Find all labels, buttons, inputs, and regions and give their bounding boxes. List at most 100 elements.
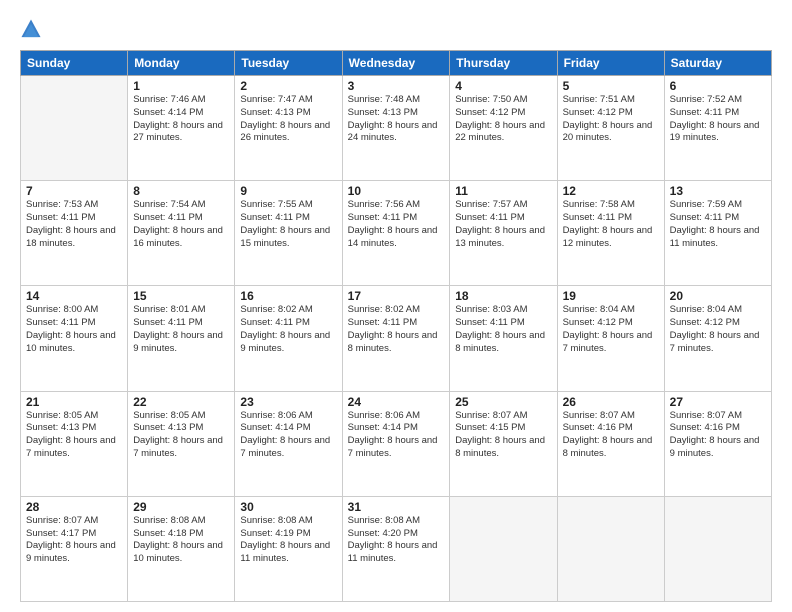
calendar-header-thursday: Thursday bbox=[450, 51, 557, 76]
day-number: 16 bbox=[240, 289, 336, 303]
calendar-cell: 20 Sunrise: 8:04 AMSunset: 4:12 PMDaylig… bbox=[664, 286, 771, 391]
calendar-header-wednesday: Wednesday bbox=[342, 51, 450, 76]
day-info: Sunrise: 7:47 AMSunset: 4:13 PMDaylight:… bbox=[240, 94, 336, 145]
day-info: Sunrise: 7:58 AMSunset: 4:11 PMDaylight:… bbox=[563, 199, 659, 250]
day-info: Sunrise: 7:50 AMSunset: 4:12 PMDaylight:… bbox=[455, 94, 551, 145]
day-info: Sunrise: 8:07 AMSunset: 4:17 PMDaylight:… bbox=[26, 515, 122, 566]
calendar-header-saturday: Saturday bbox=[664, 51, 771, 76]
day-info: Sunrise: 8:08 AMSunset: 4:19 PMDaylight:… bbox=[240, 515, 336, 566]
day-number: 2 bbox=[240, 79, 336, 93]
day-info: Sunrise: 8:07 AMSunset: 4:16 PMDaylight:… bbox=[670, 410, 766, 461]
day-number: 13 bbox=[670, 184, 766, 198]
day-info: Sunrise: 7:51 AMSunset: 4:12 PMDaylight:… bbox=[563, 94, 659, 145]
calendar-cell: 28 Sunrise: 8:07 AMSunset: 4:17 PMDaylig… bbox=[21, 496, 128, 601]
header bbox=[20, 18, 772, 40]
calendar-cell: 23 Sunrise: 8:06 AMSunset: 4:14 PMDaylig… bbox=[235, 391, 342, 496]
day-number: 20 bbox=[670, 289, 766, 303]
calendar-week-4: 21 Sunrise: 8:05 AMSunset: 4:13 PMDaylig… bbox=[21, 391, 772, 496]
calendar-cell: 4 Sunrise: 7:50 AMSunset: 4:12 PMDayligh… bbox=[450, 76, 557, 181]
day-info: Sunrise: 8:06 AMSunset: 4:14 PMDaylight:… bbox=[240, 410, 336, 461]
page: SundayMondayTuesdayWednesdayThursdayFrid… bbox=[0, 0, 792, 612]
day-number: 23 bbox=[240, 395, 336, 409]
calendar-cell: 30 Sunrise: 8:08 AMSunset: 4:19 PMDaylig… bbox=[235, 496, 342, 601]
calendar-cell: 1 Sunrise: 7:46 AMSunset: 4:14 PMDayligh… bbox=[128, 76, 235, 181]
calendar-cell: 11 Sunrise: 7:57 AMSunset: 4:11 PMDaylig… bbox=[450, 181, 557, 286]
day-number: 14 bbox=[26, 289, 122, 303]
day-number: 30 bbox=[240, 500, 336, 514]
calendar-cell: 15 Sunrise: 8:01 AMSunset: 4:11 PMDaylig… bbox=[128, 286, 235, 391]
day-number: 6 bbox=[670, 79, 766, 93]
calendar-cell: 29 Sunrise: 8:08 AMSunset: 4:18 PMDaylig… bbox=[128, 496, 235, 601]
calendar-week-2: 7 Sunrise: 7:53 AMSunset: 4:11 PMDayligh… bbox=[21, 181, 772, 286]
calendar-cell: 8 Sunrise: 7:54 AMSunset: 4:11 PMDayligh… bbox=[128, 181, 235, 286]
logo bbox=[20, 18, 46, 40]
day-number: 1 bbox=[133, 79, 229, 93]
calendar-cell: 3 Sunrise: 7:48 AMSunset: 4:13 PMDayligh… bbox=[342, 76, 450, 181]
day-number: 9 bbox=[240, 184, 336, 198]
day-info: Sunrise: 7:55 AMSunset: 4:11 PMDaylight:… bbox=[240, 199, 336, 250]
day-number: 25 bbox=[455, 395, 551, 409]
calendar-cell bbox=[664, 496, 771, 601]
calendar-cell: 18 Sunrise: 8:03 AMSunset: 4:11 PMDaylig… bbox=[450, 286, 557, 391]
calendar-cell: 6 Sunrise: 7:52 AMSunset: 4:11 PMDayligh… bbox=[664, 76, 771, 181]
calendar-cell: 31 Sunrise: 8:08 AMSunset: 4:20 PMDaylig… bbox=[342, 496, 450, 601]
logo-icon bbox=[20, 18, 42, 40]
day-info: Sunrise: 8:02 AMSunset: 4:11 PMDaylight:… bbox=[348, 304, 445, 355]
day-info: Sunrise: 8:05 AMSunset: 4:13 PMDaylight:… bbox=[133, 410, 229, 461]
calendar-week-5: 28 Sunrise: 8:07 AMSunset: 4:17 PMDaylig… bbox=[21, 496, 772, 601]
calendar-cell bbox=[557, 496, 664, 601]
day-info: Sunrise: 8:04 AMSunset: 4:12 PMDaylight:… bbox=[670, 304, 766, 355]
day-number: 10 bbox=[348, 184, 445, 198]
calendar-header-row: SundayMondayTuesdayWednesdayThursdayFrid… bbox=[21, 51, 772, 76]
day-number: 22 bbox=[133, 395, 229, 409]
calendar-cell: 14 Sunrise: 8:00 AMSunset: 4:11 PMDaylig… bbox=[21, 286, 128, 391]
calendar-cell: 13 Sunrise: 7:59 AMSunset: 4:11 PMDaylig… bbox=[664, 181, 771, 286]
calendar-cell: 26 Sunrise: 8:07 AMSunset: 4:16 PMDaylig… bbox=[557, 391, 664, 496]
calendar-cell: 19 Sunrise: 8:04 AMSunset: 4:12 PMDaylig… bbox=[557, 286, 664, 391]
calendar-cell bbox=[21, 76, 128, 181]
calendar-week-3: 14 Sunrise: 8:00 AMSunset: 4:11 PMDaylig… bbox=[21, 286, 772, 391]
calendar-cell: 7 Sunrise: 7:53 AMSunset: 4:11 PMDayligh… bbox=[21, 181, 128, 286]
day-info: Sunrise: 7:46 AMSunset: 4:14 PMDaylight:… bbox=[133, 94, 229, 145]
calendar-cell: 24 Sunrise: 8:06 AMSunset: 4:14 PMDaylig… bbox=[342, 391, 450, 496]
day-info: Sunrise: 8:01 AMSunset: 4:11 PMDaylight:… bbox=[133, 304, 229, 355]
day-number: 7 bbox=[26, 184, 122, 198]
day-number: 26 bbox=[563, 395, 659, 409]
day-number: 11 bbox=[455, 184, 551, 198]
day-number: 3 bbox=[348, 79, 445, 93]
calendar-header-monday: Monday bbox=[128, 51, 235, 76]
calendar-header-tuesday: Tuesday bbox=[235, 51, 342, 76]
day-number: 15 bbox=[133, 289, 229, 303]
day-info: Sunrise: 8:08 AMSunset: 4:20 PMDaylight:… bbox=[348, 515, 445, 566]
calendar-cell: 21 Sunrise: 8:05 AMSunset: 4:13 PMDaylig… bbox=[21, 391, 128, 496]
calendar-cell: 25 Sunrise: 8:07 AMSunset: 4:15 PMDaylig… bbox=[450, 391, 557, 496]
calendar-cell: 17 Sunrise: 8:02 AMSunset: 4:11 PMDaylig… bbox=[342, 286, 450, 391]
day-number: 17 bbox=[348, 289, 445, 303]
calendar-table: SundayMondayTuesdayWednesdayThursdayFrid… bbox=[20, 50, 772, 602]
day-info: Sunrise: 7:53 AMSunset: 4:11 PMDaylight:… bbox=[26, 199, 122, 250]
calendar-cell: 16 Sunrise: 8:02 AMSunset: 4:11 PMDaylig… bbox=[235, 286, 342, 391]
calendar-cell: 5 Sunrise: 7:51 AMSunset: 4:12 PMDayligh… bbox=[557, 76, 664, 181]
day-info: Sunrise: 8:03 AMSunset: 4:11 PMDaylight:… bbox=[455, 304, 551, 355]
day-info: Sunrise: 8:06 AMSunset: 4:14 PMDaylight:… bbox=[348, 410, 445, 461]
calendar-header-sunday: Sunday bbox=[21, 51, 128, 76]
day-info: Sunrise: 8:02 AMSunset: 4:11 PMDaylight:… bbox=[240, 304, 336, 355]
calendar-cell: 2 Sunrise: 7:47 AMSunset: 4:13 PMDayligh… bbox=[235, 76, 342, 181]
day-number: 29 bbox=[133, 500, 229, 514]
calendar-header-friday: Friday bbox=[557, 51, 664, 76]
day-info: Sunrise: 8:07 AMSunset: 4:16 PMDaylight:… bbox=[563, 410, 659, 461]
day-info: Sunrise: 7:57 AMSunset: 4:11 PMDaylight:… bbox=[455, 199, 551, 250]
calendar-cell: 9 Sunrise: 7:55 AMSunset: 4:11 PMDayligh… bbox=[235, 181, 342, 286]
day-number: 27 bbox=[670, 395, 766, 409]
calendar-cell: 22 Sunrise: 8:05 AMSunset: 4:13 PMDaylig… bbox=[128, 391, 235, 496]
day-number: 4 bbox=[455, 79, 551, 93]
day-number: 19 bbox=[563, 289, 659, 303]
calendar-cell: 12 Sunrise: 7:58 AMSunset: 4:11 PMDaylig… bbox=[557, 181, 664, 286]
day-number: 5 bbox=[563, 79, 659, 93]
day-info: Sunrise: 7:54 AMSunset: 4:11 PMDaylight:… bbox=[133, 199, 229, 250]
day-info: Sunrise: 8:08 AMSunset: 4:18 PMDaylight:… bbox=[133, 515, 229, 566]
calendar-week-1: 1 Sunrise: 7:46 AMSunset: 4:14 PMDayligh… bbox=[21, 76, 772, 181]
day-info: Sunrise: 7:48 AMSunset: 4:13 PMDaylight:… bbox=[348, 94, 445, 145]
day-info: Sunrise: 8:05 AMSunset: 4:13 PMDaylight:… bbox=[26, 410, 122, 461]
day-number: 21 bbox=[26, 395, 122, 409]
